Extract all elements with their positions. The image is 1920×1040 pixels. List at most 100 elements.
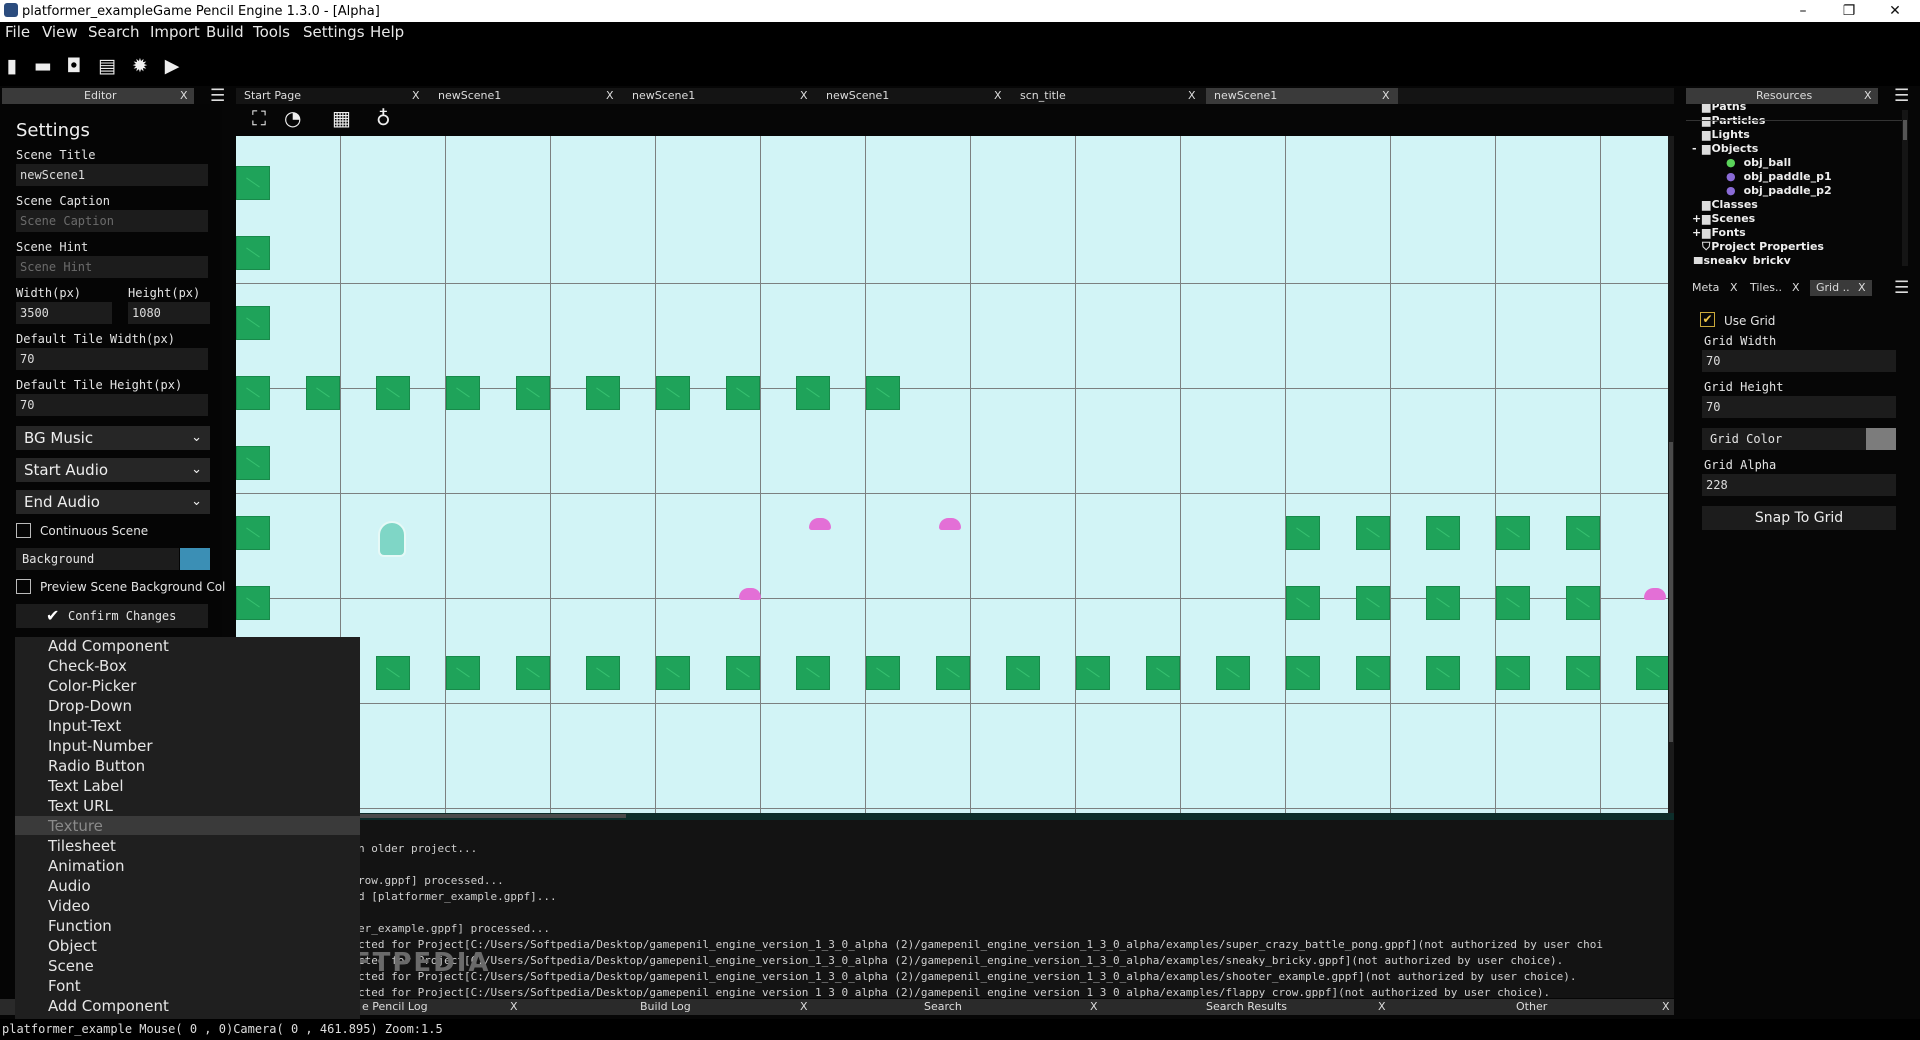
inspector-tab-close[interactable]: X <box>1792 280 1800 296</box>
menu-item[interactable]: Radio Button <box>48 757 145 775</box>
new-file-icon[interactable]: ▮ <box>2 56 22 76</box>
menu-item[interactable]: Font <box>48 977 81 995</box>
bottom-tab-label[interactable]: Build Log <box>640 999 691 1015</box>
menu-file[interactable]: File <box>5 23 30 41</box>
save-all-icon[interactable]: ▤ <box>97 56 117 76</box>
resource-tree-item[interactable]: ● obj_paddle_p2 <box>1726 184 1832 197</box>
ground-tile[interactable] <box>236 446 270 480</box>
width-input[interactable]: 3500 <box>16 302 112 324</box>
ground-tile[interactable] <box>516 656 550 690</box>
scene-tab[interactable]: newScene1 X <box>624 88 816 104</box>
ground-tile[interactable] <box>236 516 270 550</box>
restore-button[interactable]: ❐ <box>1826 0 1872 22</box>
ground-tile[interactable] <box>236 586 270 620</box>
ground-tile[interactable] <box>1286 586 1320 620</box>
ground-tile[interactable] <box>866 656 900 690</box>
scene-title-input[interactable]: newScene1 <box>16 164 208 186</box>
menu-item[interactable]: Object <box>48 937 97 955</box>
ground-tile[interactable] <box>1566 586 1600 620</box>
scene-canvas[interactable] <box>236 136 1668 813</box>
scene-tab-close[interactable]: X <box>606 88 614 104</box>
menu-item[interactable]: Texture <box>48 817 103 835</box>
ground-tile[interactable] <box>1356 656 1390 690</box>
ground-tile[interactable] <box>1006 656 1040 690</box>
inspector-tab[interactable]: Tiles.. X <box>1744 280 1806 296</box>
preview-bg-checkbox[interactable] <box>16 579 31 594</box>
ground-tile[interactable] <box>1356 516 1390 550</box>
bottom-tab-label[interactable]: Other <box>1516 999 1547 1015</box>
play-icon[interactable]: ▶ <box>162 56 182 76</box>
menu-item[interactable]: Text Label <box>48 777 124 795</box>
menu-settings[interactable]: Settings <box>303 23 365 41</box>
player-sprite[interactable] <box>378 521 406 557</box>
snap-to-grid-button[interactable]: Snap To Grid <box>1702 506 1896 530</box>
ground-tile[interactable] <box>796 376 830 410</box>
menu-import[interactable]: Import <box>150 23 200 41</box>
ground-tile[interactable] <box>1496 516 1530 550</box>
confirm-changes-button[interactable]: ✔ Confirm Changes <box>16 604 208 628</box>
scene-vertical-scrollbar[interactable] <box>1668 136 1674 813</box>
resource-tree-item[interactable]: ▆Lights <box>1702 128 1750 141</box>
menu-view[interactable]: View <box>42 23 78 41</box>
menu-item[interactable]: Input-Text <box>48 717 121 735</box>
ground-tile[interactable] <box>726 376 760 410</box>
use-grid-checkbox[interactable]: ✔ <box>1700 312 1715 327</box>
scene-tab[interactable]: newScene1 X <box>1206 88 1398 104</box>
menu-item[interactable]: Color-Picker <box>48 677 136 695</box>
open-folder-icon[interactable]: ▬ <box>33 56 53 76</box>
menu-help[interactable]: Help <box>370 23 404 41</box>
grid-alpha-input[interactable]: 228 <box>1702 474 1896 496</box>
ground-tile[interactable] <box>446 376 480 410</box>
inspector-menu-icon[interactable]: ☰ <box>1894 280 1909 297</box>
ground-tile[interactable] <box>1496 656 1530 690</box>
ground-tile[interactable] <box>376 376 410 410</box>
bottom-tab-label[interactable]: Search <box>924 999 962 1015</box>
grid-height-input[interactable]: 70 <box>1702 396 1896 418</box>
scene-tab[interactable]: newScene1 X <box>818 88 1010 104</box>
end-audio-dropdown[interactable]: End Audio ⌄ <box>16 490 210 514</box>
ground-tile[interactable] <box>236 236 270 270</box>
scene-hint-input[interactable]: Scene Hint <box>16 256 208 278</box>
ground-tile[interactable] <box>656 376 690 410</box>
bottom-tab-close[interactable]: X <box>510 999 518 1015</box>
close-button[interactable]: ✕ <box>1872 0 1918 22</box>
ground-tile[interactable] <box>446 656 480 690</box>
resource-tree-item[interactable]: + ▆Scenes <box>1692 212 1755 225</box>
menu-item[interactable]: Drop-Down <box>48 697 132 715</box>
resource-tree-item[interactable]: ▆Classes <box>1702 198 1758 211</box>
inspector-tab-close[interactable]: X <box>1858 280 1866 296</box>
ground-tile[interactable] <box>1496 586 1530 620</box>
resources-scrollbar[interactable] <box>1902 110 1908 266</box>
dashboard-icon[interactable]: ◔ <box>284 106 301 130</box>
grid-color-swatch[interactable] <box>1866 428 1896 450</box>
inspector-tab[interactable]: Grid .. X <box>1810 280 1872 296</box>
menu-item[interactable]: Check-Box <box>48 657 127 675</box>
scene-tab-close[interactable]: X <box>1188 88 1196 104</box>
ground-tile[interactable] <box>1566 656 1600 690</box>
ground-tile[interactable] <box>1286 656 1320 690</box>
scene-tab[interactable]: Start Page X <box>236 88 428 104</box>
ground-tile[interactable] <box>1076 656 1110 690</box>
ground-tile[interactable] <box>726 656 760 690</box>
ground-tile[interactable] <box>236 376 270 410</box>
menu-item[interactable]: Function <box>48 917 112 935</box>
ground-tile[interactable] <box>376 656 410 690</box>
bottom-tab-close[interactable]: X <box>1090 999 1098 1015</box>
resource-tree-item[interactable]: ● obj_ball <box>1726 156 1791 169</box>
background-color-swatch[interactable] <box>180 548 210 570</box>
menu-item[interactable]: Scene <box>48 957 94 975</box>
enemy-sprite[interactable] <box>739 588 761 600</box>
ground-tile[interactable] <box>1636 656 1668 690</box>
menu-item[interactable]: Audio <box>48 877 91 895</box>
enemy-sprite[interactable] <box>809 518 831 530</box>
save-icon[interactable]: ◘ <box>64 56 84 76</box>
ground-tile[interactable] <box>1216 656 1250 690</box>
expand-toggle-icon[interactable]: + <box>1692 226 1701 239</box>
ground-tile[interactable] <box>936 656 970 690</box>
menu-item[interactable]: Input-Number <box>48 737 153 755</box>
resources-tab-close[interactable]: X <box>1864 89 1872 102</box>
menu-item[interactable]: Add Component <box>48 637 169 655</box>
resource-tree-item[interactable]: + ▆Fonts <box>1692 226 1746 239</box>
ground-tile[interactable] <box>586 376 620 410</box>
scene-tab-close[interactable]: X <box>800 88 808 104</box>
